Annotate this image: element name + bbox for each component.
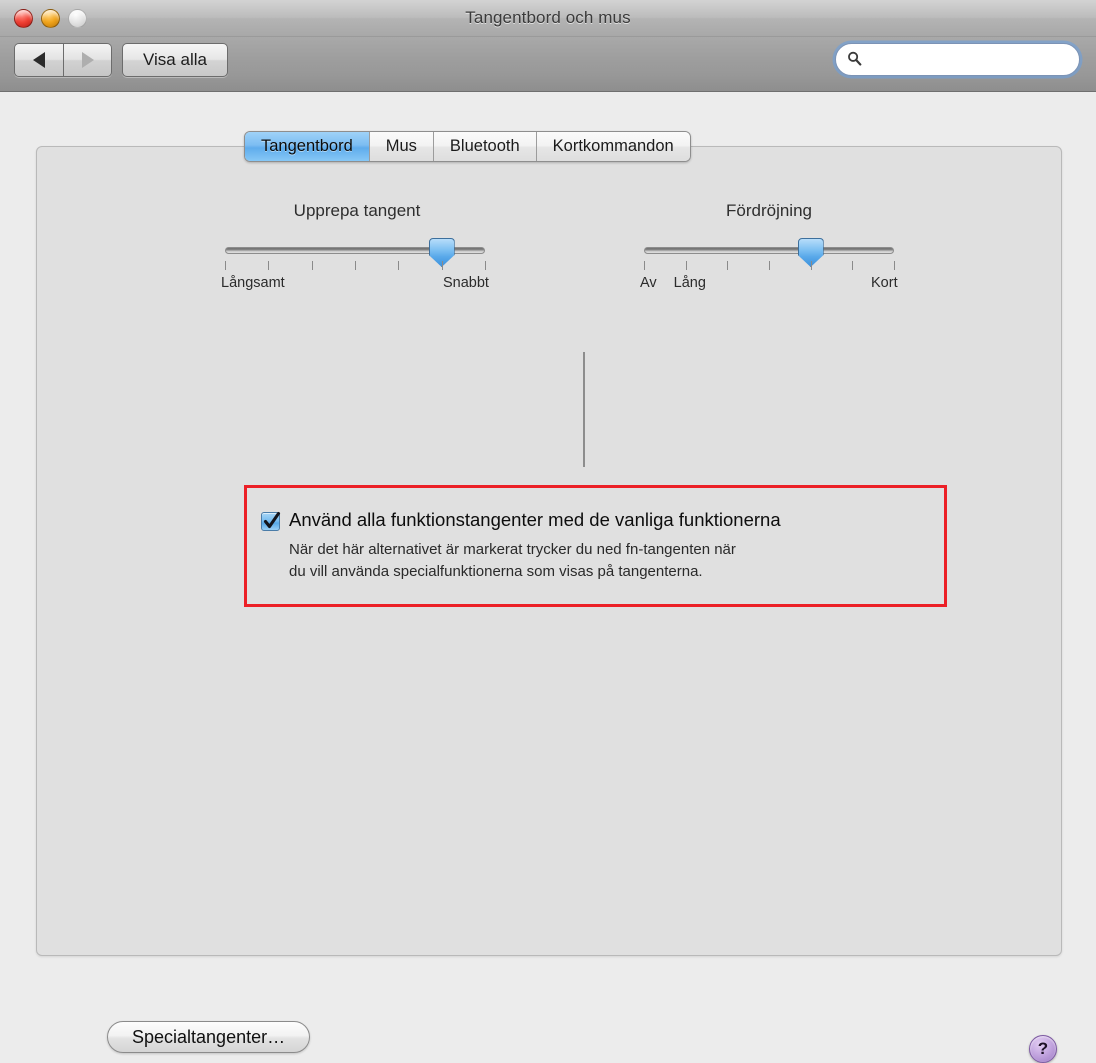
forward-button: [63, 44, 111, 76]
slider-delay-title: Fördröjning: [726, 201, 812, 220]
slider-key-repeat-title: Upprepa tangent: [293, 201, 421, 220]
slider-tick: [685, 261, 687, 270]
slider-tick: [852, 261, 854, 270]
slider-delay: Fördröjning Av Lång Kort: [609, 201, 929, 307]
forward-arrow-icon: [81, 52, 94, 68]
slider-end-label: Kort: [871, 275, 898, 291]
slider-tick: [268, 261, 270, 270]
slider-end-label: Snabbt: [443, 275, 489, 291]
slider-end-label: Lång: [673, 275, 706, 291]
slider-tick: [225, 261, 226, 270]
slider-tick: [769, 261, 770, 270]
checkmark-icon: [263, 511, 281, 529]
keyboard-tab-panel: Upprepa tangent Långsamt Snabbt Fördröjni…: [36, 146, 1062, 1063]
search-field[interactable]: [835, 43, 1080, 76]
tab-tangentbord[interactable]: Tangentbord: [245, 132, 369, 161]
function-keys-row[interactable]: Använd alla funktionstangenter med de va…: [261, 509, 781, 531]
slider-delay-track[interactable]: [644, 247, 894, 254]
navigation-buttons: [14, 43, 112, 77]
modifier-keys-button[interactable]: Specialtangenter…: [107, 1021, 311, 1053]
slider-tick: [441, 261, 443, 270]
search-icon: [848, 51, 862, 66]
slider-tick: [485, 261, 486, 270]
search-input[interactable]: [868, 44, 1068, 75]
slider-tick: [398, 261, 400, 270]
window-toolbar: Visa alla: [0, 37, 1096, 92]
back-button[interactable]: [15, 44, 63, 76]
function-keys-checkbox[interactable]: [261, 511, 281, 531]
slider-key-repeat: Upprepa tangent Långsamt Snabbt: [197, 201, 517, 307]
help-button[interactable]: ?: [1029, 1035, 1057, 1063]
tab-bluetooth[interactable]: Bluetooth: [432, 132, 536, 161]
preferences-body: Tangentbord Mus Bluetooth Kortkommandon …: [0, 92, 1096, 1063]
function-keys-label: Använd alla funktionstangenter med de va…: [289, 509, 781, 530]
back-arrow-icon: [33, 52, 45, 68]
slider-tick: [727, 261, 729, 270]
slider-end-label: Långsamt: [221, 275, 285, 291]
slider-tick: [644, 261, 645, 270]
slider-tick: [311, 261, 313, 270]
slider-end-label: Av: [640, 275, 657, 291]
slider-tick: [894, 261, 895, 270]
tab-kortkommandon[interactable]: Kortkommandon: [535, 132, 690, 161]
slider-divider: [583, 352, 585, 467]
function-keys-description-line1: När det här alternativet är markerat try…: [289, 541, 736, 558]
function-keys-description-line2: du vill använda specialfunktionerna som …: [289, 563, 703, 580]
slider-tick: [355, 261, 356, 270]
tab-bar: Tangentbord Mus Bluetooth Kortkommandon: [244, 131, 691, 162]
window-titlebar: Tangentbord och mus: [0, 0, 1096, 37]
tab-mus[interactable]: Mus: [368, 132, 433, 161]
window-title: Tangentbord och mus: [465, 8, 631, 27]
function-keys-description: När det här alternativet är markerat try…: [289, 539, 736, 583]
slider-tick: [810, 261, 812, 270]
preferences-window: Tangentbord och mus Visa alla Tangentbor…: [0, 0, 1096, 1063]
show-all-button[interactable]: Visa alla: [122, 43, 228, 77]
